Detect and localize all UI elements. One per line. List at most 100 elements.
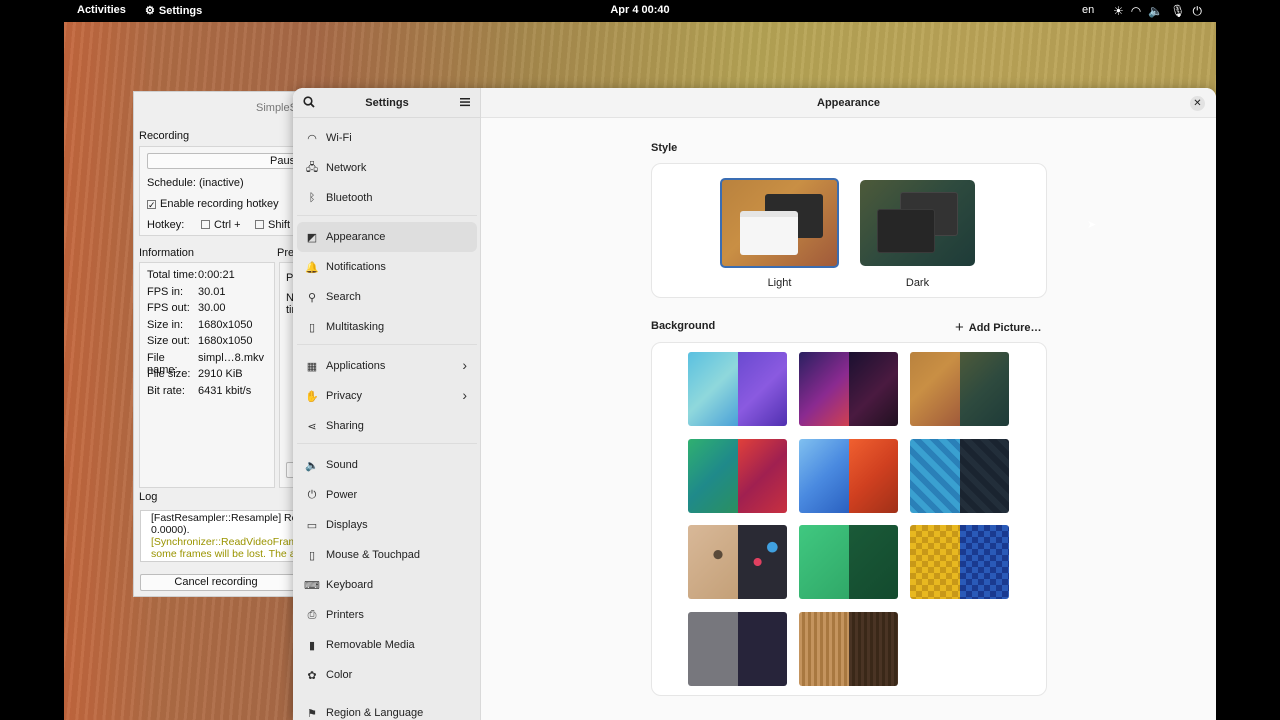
appearance-icon: ◩ — [306, 231, 318, 244]
mouse-cursor-icon: ➤ — [1087, 219, 1097, 231]
panel-title: Appearance — [817, 97, 880, 109]
wallpaper-thumb[interactable] — [688, 612, 787, 686]
info-value: 30.01 — [198, 285, 226, 298]
light-style-option[interactable] — [720, 178, 839, 268]
sidebar-item-multitasking[interactable]: ▯ Multitasking — [297, 312, 477, 342]
sidebar-item-printers[interactable]: ⎙ Printers — [297, 600, 477, 630]
appearance-panel: Appearance ✕ Style Light Dark ➤ Backgrou… — [481, 88, 1216, 720]
input-language[interactable]: en — [1082, 4, 1094, 16]
sidebar-item-bluetooth[interactable]: ᛒ Bluetooth — [297, 183, 477, 213]
wallpaper-thumb[interactable] — [688, 352, 787, 426]
wallpaper-thumb[interactable] — [688, 439, 787, 513]
top-bar: Activities ⚙ Settings Apr 4 00:40 en ☀ ◠ … — [0, 0, 1280, 22]
add-picture-button[interactable]: + Add Picture… — [955, 319, 1042, 336]
dark-preview-front-window — [877, 209, 935, 253]
sidebar-item-displays[interactable]: ▭ Displays — [297, 510, 477, 540]
log-line: 0.0000). — [151, 524, 190, 536]
close-button[interactable]: ✕ — [1190, 96, 1205, 111]
style-heading: Style — [651, 142, 678, 154]
wallpaper-thumb[interactable] — [799, 439, 898, 513]
chevron-right-icon: › — [462, 387, 467, 403]
sidebar-item-keyboard[interactable]: ⌨ Keyboard — [297, 570, 477, 600]
sidebar-item-wi-fi[interactable]: ◠ Wi-Fi — [297, 123, 477, 153]
usb-icon: ▮ — [308, 639, 316, 652]
sidebar-item-label: Applications — [326, 360, 386, 372]
sidebar-item-mouse-touchpad[interactable]: ▯ Mouse & Touchpad — [297, 540, 477, 570]
settings-sidebar: Settings ◠ Wi-Fi 🖧 Network ᛒ Bluetooth ◩ Appear… — [293, 88, 481, 720]
wallpaper-thumb[interactable] — [799, 525, 898, 599]
sidebar-separator — [297, 344, 477, 345]
wallpaper-thumb[interactable] — [910, 439, 1009, 513]
search-icon: ⚲ — [307, 291, 317, 304]
sidebar-item-label: Wi-Fi — [326, 132, 352, 144]
info-row: Size in: 1680x1050 — [147, 319, 252, 331]
wifi-icon: ◠ — [307, 132, 317, 145]
apps-grid-icon: ▦ — [306, 360, 318, 373]
close-icon: ✕ — [1193, 98, 1202, 109]
sidebar-item-label: Notifications — [326, 261, 386, 273]
style-card: Light Dark — [651, 163, 1047, 298]
system-tray[interactable]: ☀ ◠ 🔈 🎙 ⏻ — [1113, 4, 1202, 19]
speaker-icon: 🔈 — [305, 459, 319, 472]
info-row: FPS out: 30.00 — [147, 302, 226, 314]
hotkey-checkbox-label: Enable recording hotkey — [160, 198, 279, 210]
hotkey-checkbox[interactable]: ✓ Enable recording hotkey — [147, 198, 279, 210]
info-key: FPS out: — [147, 302, 190, 314]
info-value: 1680x1050 — [198, 318, 253, 331]
sidebar-item-label: Power — [326, 489, 358, 501]
info-value: 2910 KiB — [198, 368, 243, 380]
preview-section-label: Pre — [277, 247, 295, 259]
add-picture-label: Add Picture… — [968, 321, 1042, 334]
sidebar-item-label: Privacy — [326, 390, 363, 402]
sidebar-item-search[interactable]: ⚲ Search — [297, 282, 477, 312]
sidebar-item-power[interactable]: ⏻ Power — [297, 480, 477, 510]
schedule-status: Schedule: (inactive) — [147, 177, 244, 189]
simplescreenrecorder-window: SimpleS Recording Paus Schedule: (inacti… — [133, 91, 303, 597]
wallpaper-thumb[interactable] — [799, 612, 898, 686]
sidebar-item-label: Multitasking — [326, 321, 385, 333]
panel-header: Appearance ✕ — [481, 88, 1216, 118]
info-key: Bit rate: — [147, 384, 185, 397]
checkbox-icon — [201, 220, 210, 229]
sidebar-item-privacy[interactable]: ✋ Privacy › — [297, 381, 477, 411]
mic-icon: 🎙 — [1170, 4, 1186, 18]
keyboard-icon: ⌨ — [304, 579, 320, 592]
main-menu-button[interactable] — [459, 96, 471, 111]
sidebar-item-label: Mouse & Touchpad — [326, 549, 420, 561]
wallpaper-thumb[interactable] — [910, 525, 1009, 599]
sidebar-item-applications[interactable]: ▦ Applications › — [297, 351, 477, 381]
info-key: FPS in: — [147, 285, 184, 298]
log-output[interactable]: [FastResampler::Resample] Re 0.0000). [S… — [140, 510, 303, 562]
checkmark-icon: ✓ — [147, 200, 156, 210]
log-line-warning: [Synchronizer::ReadVideoFrame — [151, 536, 303, 548]
sidebar-item-label: Search — [326, 291, 361, 303]
ctrl-label: Ctrl + — [214, 219, 241, 231]
dark-style-option[interactable] — [860, 180, 975, 266]
cancel-recording-button[interactable]: Cancel recording — [140, 574, 302, 591]
wallpaper-thumb[interactable] — [688, 525, 787, 599]
settings-window: Settings ◠ Wi-Fi 🖧 Network ᛒ Bluetooth ◩ Appear… — [293, 88, 1216, 720]
ctrl-checkbox[interactable]: Ctrl + — [201, 219, 241, 231]
sidebar-item-sharing[interactable]: ⋖ Sharing — [297, 411, 477, 441]
info-key: Size out: — [147, 335, 190, 347]
sidebar-item-region-language[interactable]: ⚑ Region & Language — [297, 698, 477, 720]
sidebar-item-network[interactable]: 🖧 Network — [297, 153, 477, 183]
pause-button[interactable]: Paus — [147, 153, 302, 169]
sidebar-item-removable-media[interactable]: ▮ Removable Media — [297, 630, 477, 660]
light-preview-front-window — [740, 211, 798, 255]
sidebar-item-appearance[interactable]: ◩ Appearance — [297, 222, 477, 252]
sidebar-item-label: Removable Media — [326, 639, 415, 651]
power-icon: ⏻ — [307, 488, 317, 501]
sidebar-item-sound[interactable]: 🔈 Sound — [297, 450, 477, 480]
checkbox-icon — [255, 220, 264, 229]
info-value: 30.00 — [198, 302, 226, 314]
wallpaper-thumb[interactable] — [799, 352, 898, 426]
sidebar-separator — [297, 215, 477, 216]
recording-section-label: Recording — [139, 130, 190, 142]
sidebar-item-color[interactable]: ✿ Color — [297, 660, 477, 690]
wallpaper-thumb[interactable] — [910, 352, 1009, 426]
background-card — [651, 342, 1047, 696]
sidebar-item-notifications[interactable]: 🔔 Notifications — [297, 252, 477, 282]
information-section-label: Information — [139, 247, 195, 259]
display-icon: ▭ — [306, 519, 318, 532]
